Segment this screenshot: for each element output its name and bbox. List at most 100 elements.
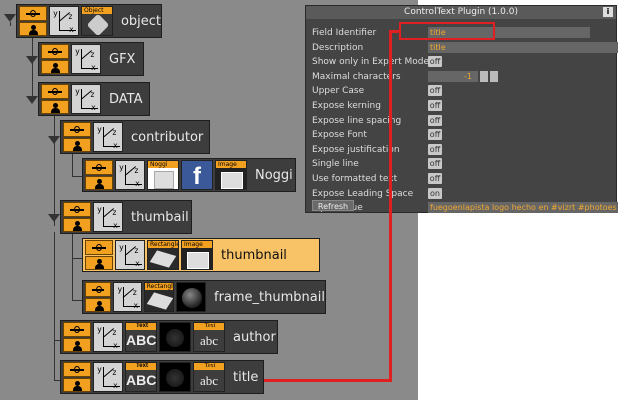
axis-icon[interactable]: yzx [93, 202, 123, 232]
visibility-toggle-icon[interactable] [63, 377, 91, 392]
abc2-thumbnail-icon[interactable]: abc Text [193, 362, 225, 392]
visibility-toggle-icon[interactable] [85, 255, 113, 270]
tree-node-label: title [233, 369, 259, 385]
axis-icon[interactable]: yzx [93, 362, 123, 392]
transform-toggle-icon[interactable] [63, 362, 91, 377]
abc2-thumbnail-icon[interactable]: abc Text [193, 322, 225, 352]
axis-label: x [133, 301, 139, 310]
node-buttons [85, 282, 112, 312]
node-buttons [19, 6, 47, 36]
image-thumbnail-icon[interactable]: Image [215, 160, 247, 190]
image-thumbnail-icon[interactable]: Image [181, 240, 213, 270]
transform-toggle-icon[interactable] [19, 6, 47, 21]
visibility-toggle-icon[interactable] [85, 297, 112, 312]
transform-toggle-icon[interactable] [85, 160, 113, 175]
node-buttons [63, 322, 91, 352]
visibility-toggle-icon[interactable] [63, 217, 91, 232]
toggle-button[interactable]: off [428, 85, 442, 97]
rect-thumbnail-icon[interactable]: Rectangle [143, 282, 174, 312]
node-buttons [85, 160, 113, 190]
property-label: Single line [312, 159, 359, 170]
tree-node-gfx[interactable]: y z x GFX [38, 42, 144, 76]
transform-toggle-icon[interactable] [85, 282, 112, 297]
spin-up-icon[interactable] [490, 70, 498, 82]
abc-thumbnail-icon[interactable]: ABC Text [125, 362, 157, 392]
toggle-button[interactable]: on [428, 187, 442, 199]
property-row: Expose kerning off [312, 99, 612, 113]
number-field[interactable]: -1 [428, 70, 478, 82]
sphere-thumbnail-icon[interactable] [175, 282, 206, 312]
property-label: Expose Font [312, 130, 367, 141]
axis-icon[interactable]: yzx [113, 282, 142, 312]
tree-node-data[interactable]: y z x DATA [38, 82, 150, 116]
toggle-button[interactable]: off [428, 114, 442, 126]
axis-label: z [112, 128, 117, 137]
toggle-button[interactable]: off [428, 158, 442, 170]
tree-node-contributor[interactable]: y z x contributor [60, 120, 210, 154]
property-row: Show only in Expert Mode off [312, 55, 612, 69]
visibility-toggle-icon[interactable] [19, 21, 47, 36]
axis-label: y [75, 87, 80, 96]
dark-thumbnail-icon[interactable] [159, 322, 191, 352]
visibility-toggle-icon[interactable] [41, 99, 69, 114]
axis-label: y [97, 325, 102, 334]
property-label: Expose justification [312, 144, 400, 155]
axis-icon[interactable]: yzx [115, 240, 145, 270]
axis-icon[interactable]: yzx [93, 122, 123, 152]
toggle-button[interactable]: off [428, 129, 442, 141]
transform-toggle-icon[interactable] [41, 44, 69, 59]
tree-node-label: object [120, 13, 162, 29]
visibility-toggle-icon[interactable] [85, 175, 113, 190]
transform-toggle-icon[interactable] [63, 322, 91, 337]
visibility-toggle-icon[interactable] [63, 337, 91, 352]
transform-toggle-icon[interactable] [85, 240, 113, 255]
toggle-button[interactable]: off [428, 100, 442, 111]
thumbnail-text: abc [199, 333, 219, 348]
tree-node-thumbail[interactable]: y z x thumbail [60, 200, 192, 234]
tree-node-title[interactable]: y z x ABC Text abc Text title [60, 360, 264, 394]
expand-arrow-icon[interactable] [4, 14, 16, 22]
expand-arrow-icon[interactable] [48, 136, 60, 144]
text-field[interactable]: fuegoenlapista logo hecho en #vizrt #pho… [428, 202, 618, 214]
info-icon[interactable]: i [603, 7, 613, 17]
axis-icon[interactable]: yzx [71, 84, 101, 114]
transform-toggle-icon[interactable] [63, 202, 91, 217]
noggi-thumbnail-icon[interactable]: Noggi [147, 160, 179, 190]
tree-node-author[interactable]: y z x ABC Text abc Text author [60, 320, 278, 354]
axis-icon[interactable]: yzx [115, 160, 145, 190]
highlight-box [399, 22, 495, 40]
transform-toggle-icon[interactable] [41, 84, 69, 99]
highlight-connector [389, 30, 392, 382]
transform-toggle-icon[interactable] [63, 122, 91, 137]
axis-icon[interactable]: yzx [71, 44, 101, 74]
thumbnail-tag: Text [126, 363, 156, 370]
toggle-button[interactable]: off [428, 173, 442, 184]
toggle-button[interactable]: off [428, 143, 442, 155]
tree-node-frame_thumbnail[interactable]: y z x Rectangle frame_thumbnail [82, 280, 326, 314]
rect-thumbnail-icon[interactable]: Rectangle [147, 240, 179, 270]
tree-node-label: Noggi [255, 167, 293, 183]
visibility-toggle-icon[interactable] [63, 137, 91, 152]
tree-node-object[interactable]: y z x Object object [16, 4, 162, 38]
abc-thumbnail-icon[interactable]: ABC Text [125, 322, 157, 352]
object-thumbnail-icon[interactable]: Object [80, 6, 113, 36]
dark-thumbnail-icon[interactable] [159, 362, 191, 392]
thumbnail-tag: Noggi [148, 161, 178, 168]
axis-label: z [112, 328, 117, 337]
spin-down-icon[interactable] [480, 70, 488, 82]
facebook-thumbnail-icon[interactable]: f [181, 160, 213, 190]
tree-node-noggi[interactable]: y z x Noggi f Image Noggi [82, 158, 296, 192]
axis-icon[interactable]: yzx [93, 322, 123, 352]
visibility-toggle-icon[interactable] [41, 59, 69, 74]
expand-arrow-icon[interactable] [26, 56, 38, 64]
thumbnail-text: abc [199, 373, 219, 388]
axis-label: z [67, 12, 73, 21]
axis-icon[interactable]: yzx [48, 6, 79, 36]
tree-node-thumbnail[interactable]: y z x Rectangle Image thumbnail [82, 238, 320, 272]
thumbnail-tag: Text [194, 323, 224, 330]
expand-arrow-icon[interactable] [26, 96, 38, 104]
toggle-button[interactable]: off [428, 56, 442, 68]
expand-arrow-icon[interactable] [48, 214, 60, 222]
refresh-button[interactable]: Refresh [312, 200, 354, 211]
text-field[interactable]: title [428, 41, 618, 53]
